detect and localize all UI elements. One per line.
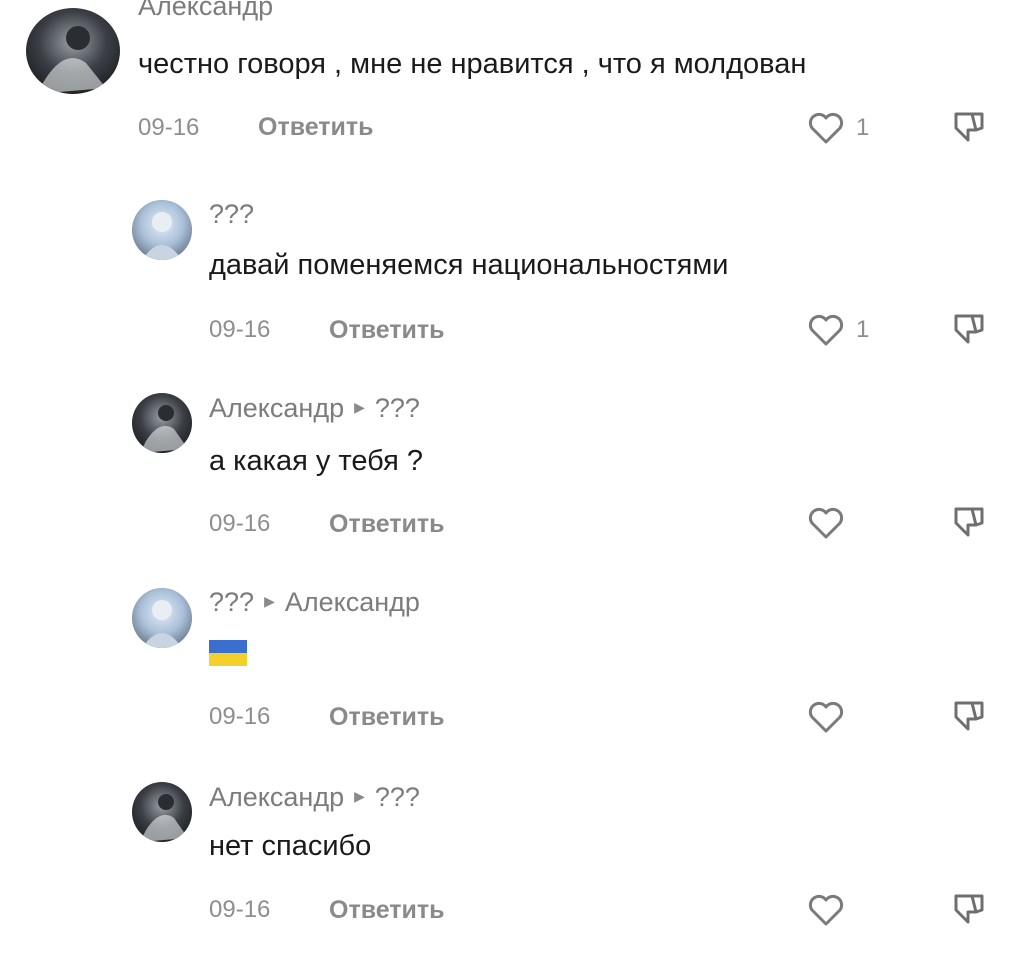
reply-button[interactable]: Ответить	[329, 702, 445, 732]
comment-date: 09-16	[209, 510, 271, 537]
like-icon[interactable]	[806, 697, 846, 737]
comment-author[interactable]: Александр ▶???	[209, 392, 420, 426]
reply-button[interactable]: Ответить	[329, 315, 445, 345]
comment-date: 09-16	[138, 114, 200, 141]
comment-text: нет спасибо	[209, 830, 372, 862]
dislike-icon[interactable]	[950, 106, 986, 146]
avatar[interactable]	[132, 200, 192, 260]
avatar[interactable]	[26, 8, 120, 94]
like-count: 1	[856, 316, 870, 343]
reply-to-name[interactable]: Александр	[285, 587, 420, 617]
author-name[interactable]: ???	[209, 587, 254, 617]
comment-text: честно говоря , мне не нравится , что я …	[138, 48, 807, 80]
reply-arrow-icon: ▶	[354, 787, 365, 804]
comment-text: давай поменяемся национальностями	[209, 249, 729, 281]
avatar[interactable]	[132, 393, 192, 453]
comment-date: 09-16	[209, 316, 271, 343]
reply-button[interactable]: Ответить	[329, 509, 445, 539]
author-name[interactable]: Александр	[209, 782, 344, 812]
like-icon[interactable]	[806, 890, 846, 930]
dislike-icon[interactable]	[950, 308, 986, 348]
reply-to-name[interactable]: ???	[375, 782, 420, 812]
comment-author[interactable]: ???	[209, 198, 254, 230]
reply-arrow-icon: ▶	[354, 398, 365, 415]
reply-button[interactable]: Ответить	[258, 112, 374, 142]
comment-author[interactable]: Александр	[138, 0, 273, 22]
reply-arrow-icon: ▶	[264, 592, 275, 609]
dislike-icon[interactable]	[950, 695, 986, 735]
reply-button[interactable]: Ответить	[329, 895, 445, 925]
like-icon[interactable]	[806, 503, 846, 543]
comment-author[interactable]: ??? ▶ Александр	[209, 586, 420, 620]
comment-text: а какая у тебя ?	[209, 445, 424, 477]
comment-date: 09-16	[209, 896, 271, 923]
dislike-icon[interactable]	[950, 501, 986, 541]
ukraine-flag-emoji	[209, 640, 247, 666]
avatar[interactable]	[132, 588, 192, 648]
like-count: 1	[856, 114, 870, 141]
avatar[interactable]	[132, 782, 192, 842]
dislike-icon[interactable]	[950, 888, 986, 928]
reply-to-name[interactable]: ???	[375, 393, 420, 423]
like-icon[interactable]	[806, 310, 846, 350]
author-name[interactable]: Александр	[209, 393, 344, 423]
like-icon[interactable]	[806, 108, 846, 148]
comment-author[interactable]: Александр ▶???	[209, 781, 420, 815]
comment-date: 09-16	[209, 703, 271, 730]
